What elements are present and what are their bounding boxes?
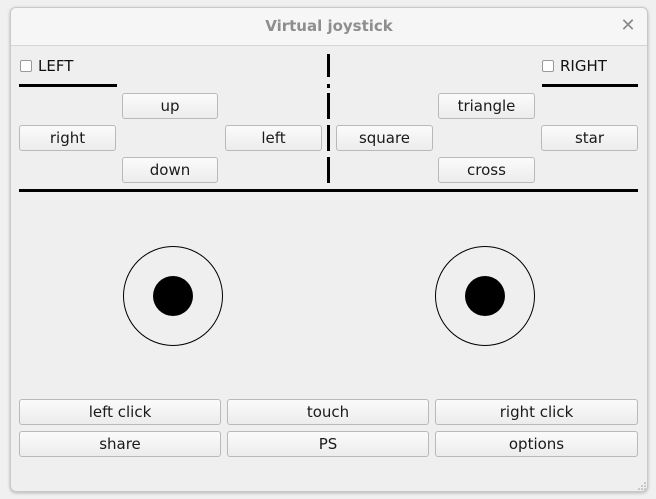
right-header-underline [542,84,638,87]
virtual-joystick-window: Virtual joystick ✕ LEFT RIGHT up right l… [10,7,648,492]
ps-button[interactable]: PS [227,431,429,457]
options-button[interactable]: options [435,431,638,457]
center-divider-dot [327,84,330,88]
dpad-down-button[interactable]: down [122,157,218,183]
section-separator [19,189,638,192]
right-joystick[interactable] [434,245,536,347]
dpad-right-button[interactable]: right [19,125,116,151]
dpad-up-button[interactable]: up [122,93,218,119]
right-click-button[interactable]: right click [435,399,638,425]
right-checkbox-box[interactable] [542,60,554,72]
center-divider-bottom [327,157,330,183]
center-divider-lower [327,125,330,151]
right-joystick-knob[interactable] [465,276,505,316]
left-joystick-knob[interactable] [153,276,193,316]
square-button[interactable]: square [336,125,433,151]
left-joystick[interactable] [122,245,224,347]
resize-grip-icon[interactable] [637,481,647,491]
share-button[interactable]: share [19,431,221,457]
dpad-left-button[interactable]: left [225,125,322,151]
title-bar[interactable]: Virtual joystick ✕ [11,8,647,46]
star-button[interactable]: star [541,125,638,151]
touch-button[interactable]: touch [227,399,429,425]
left-header-underline [19,84,117,87]
center-divider-mid [327,93,330,119]
window-title: Virtual joystick [265,17,393,35]
center-divider-top [327,54,330,77]
left-checkbox[interactable]: LEFT [20,56,73,76]
right-checkbox[interactable]: RIGHT [542,56,607,76]
left-click-button[interactable]: left click [19,399,221,425]
cross-button[interactable]: cross [438,157,535,183]
right-checkbox-label: RIGHT [560,57,607,75]
close-icon[interactable]: ✕ [617,15,639,37]
left-checkbox-label: LEFT [38,57,74,75]
triangle-button[interactable]: triangle [438,93,535,119]
left-checkbox-box[interactable] [20,60,32,72]
